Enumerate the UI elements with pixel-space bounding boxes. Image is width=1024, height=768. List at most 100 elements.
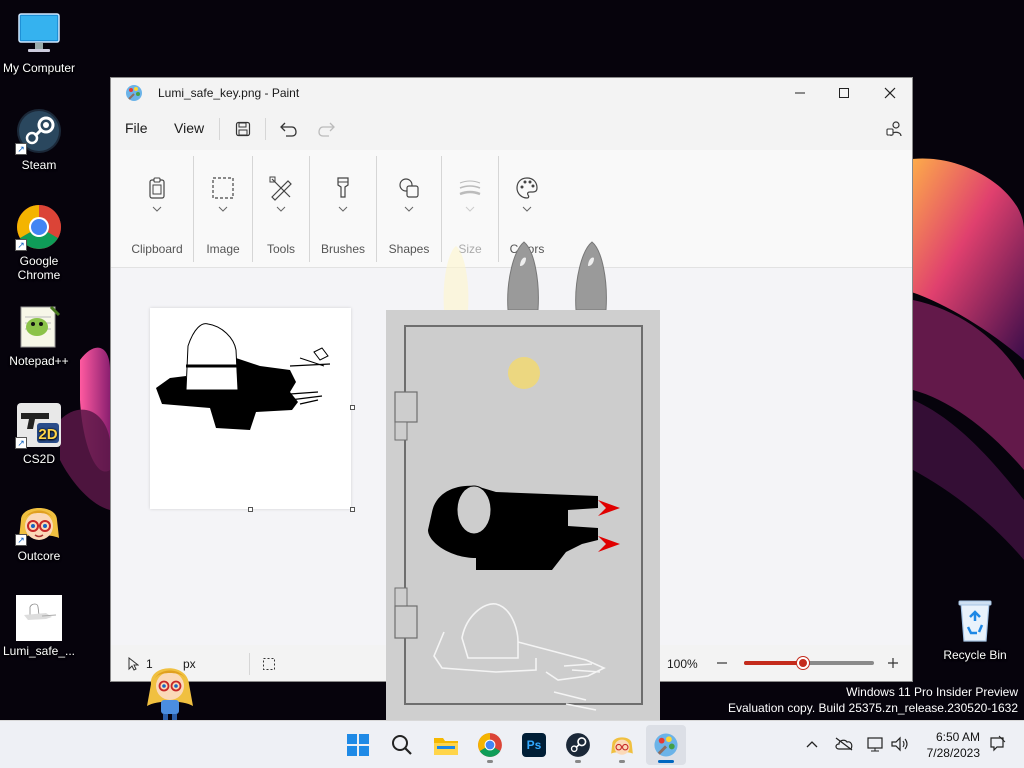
file-menu[interactable]: File — [125, 120, 148, 136]
desktop-icon-cs2d[interactable]: 2D ↗ CS2D — [0, 401, 78, 466]
ribbon-group-label: Image — [206, 242, 240, 256]
desktop-icon-outcore[interactable]: ↗ Outcore — [0, 498, 78, 563]
svg-text:2D: 2D — [38, 426, 57, 443]
zoom-in-button[interactable] — [887, 657, 899, 669]
taskbar-search-button[interactable] — [382, 725, 422, 765]
desktop-icon-label: Lumi_safe_... — [2, 644, 76, 658]
resize-handle-bottom[interactable] — [248, 507, 253, 512]
minimize-button[interactable] — [777, 78, 823, 108]
volume-button[interactable] — [889, 733, 911, 755]
close-button[interactable] — [867, 78, 912, 108]
clock-time: 6:50 AM — [935, 730, 980, 744]
desktop-icon-recycle-bin[interactable]: Recycle Bin — [936, 597, 1014, 662]
desktop-icon-steam[interactable]: ↗ Steam — [0, 107, 78, 172]
maximize-button[interactable] — [821, 78, 867, 108]
notifications-button[interactable] — [986, 733, 1008, 755]
taskbar-outcore[interactable] — [602, 725, 642, 765]
chrome-icon — [478, 733, 502, 757]
chevron-up-icon — [806, 741, 818, 748]
desktop-icon-label: Google Chrome — [17, 254, 61, 282]
safe-indicator-light — [508, 357, 540, 389]
desktop-icon-google-chrome[interactable]: ↗ Google Chrome — [0, 203, 78, 282]
chevron-down-icon — [404, 206, 414, 212]
chevron-down-icon — [276, 206, 286, 212]
paint-app-icon — [125, 84, 143, 102]
ribbon-divider — [193, 156, 194, 262]
cloud-offline-icon — [835, 737, 853, 751]
settings-button[interactable] — [882, 117, 906, 141]
steam-icon — [566, 733, 590, 757]
redo-icon — [318, 122, 335, 137]
search-icon — [392, 735, 412, 755]
taskbar-photoshop[interactable]: Ps — [514, 725, 554, 765]
redo-button[interactable] — [315, 117, 339, 141]
start-icon — [347, 734, 369, 756]
save-button[interactable] — [231, 117, 255, 141]
zoom-level-label[interactable]: 100% — [667, 657, 698, 671]
watermark-edition: Windows 11 Pro Insider Preview — [846, 685, 1018, 699]
ribbon-group-image[interactable]: Image — [195, 150, 251, 268]
image-file-icon — [16, 595, 62, 641]
running-indicator — [487, 760, 493, 763]
taskbar: Ps 6:50 AM 7/28/2023 — [0, 720, 1024, 768]
onedrive-button[interactable] — [833, 733, 855, 755]
ribbon-group-tools[interactable]: Tools — [253, 150, 309, 268]
shortcut-arrow-icon: ↗ — [15, 437, 27, 449]
key-slot-right[interactable] — [575, 241, 607, 311]
zoom-slider-thumb[interactable] — [796, 657, 809, 669]
shapes-icon — [399, 178, 419, 198]
paint-icon — [654, 733, 678, 757]
safe-game-overlay[interactable] — [386, 240, 660, 720]
taskbar-paint[interactable] — [646, 725, 686, 765]
selection-icon — [212, 177, 234, 199]
network-icon — [867, 737, 883, 752]
ribbon-group-brushes[interactable]: Brushes — [311, 150, 375, 268]
account-settings-icon — [886, 121, 902, 137]
taskbar-file-explorer[interactable] — [426, 725, 466, 765]
start-button[interactable] — [338, 725, 378, 765]
menu-bar: File View — [111, 108, 912, 150]
status-divider — [249, 653, 250, 675]
cursor-position-icon — [128, 657, 139, 671]
desktop-icon-notepad-plus-plus[interactable]: Notepad++ — [0, 303, 78, 368]
chevron-down-icon — [338, 206, 348, 212]
desktop-icon-label: Steam — [21, 158, 57, 172]
resize-handle-corner[interactable] — [350, 507, 355, 512]
resize-handle-right[interactable] — [350, 405, 355, 410]
drawing-canvas[interactable] — [150, 308, 355, 512]
glowing-key-slot — [443, 246, 469, 310]
tools-icon — [269, 176, 292, 201]
shortcut-arrow-icon: ↗ — [15, 143, 27, 155]
photoshop-icon: Ps — [522, 733, 546, 757]
desktop-icon-label: My Computer — [2, 61, 76, 75]
menu-divider — [219, 118, 220, 140]
clock-date: 7/28/2023 — [926, 746, 980, 760]
ribbon-group-clipboard[interactable]: Clipboard — [121, 150, 193, 268]
view-menu[interactable]: View — [174, 120, 204, 136]
clock[interactable]: 6:50 AM 7/28/2023 — [920, 729, 980, 761]
taskbar-chrome[interactable] — [470, 725, 510, 765]
title-bar[interactable]: Lumi_safe_key.png - Paint — [111, 78, 912, 108]
chevron-down-icon — [152, 206, 162, 212]
show-hidden-icons-button[interactable] — [801, 733, 823, 755]
key-slot-left[interactable] — [507, 241, 539, 311]
running-indicator — [619, 760, 625, 763]
taskbar-steam[interactable] — [558, 725, 598, 765]
desktop-icon-my-computer[interactable]: My Computer — [0, 10, 78, 75]
desktop-icon-label: Notepad++ — [9, 354, 69, 368]
zoom-slider-fill — [744, 661, 803, 665]
zoom-out-button[interactable] — [716, 657, 728, 669]
chevron-down-icon — [218, 206, 228, 212]
undo-button[interactable] — [276, 117, 300, 141]
network-button[interactable] — [865, 733, 887, 755]
window-title: Lumi_safe_key.png - Paint — [158, 86, 300, 100]
zoom-slider[interactable] — [744, 657, 874, 669]
palette-icon — [516, 177, 538, 199]
desktop-icon-lumi-safe-key[interactable]: Lumi_safe_... — [0, 595, 78, 658]
notification-icon — [990, 735, 1006, 752]
chevron-down-icon — [465, 206, 475, 212]
notepad-plus-plus-icon — [15, 303, 63, 351]
ribbon-group-label: Brushes — [320, 242, 366, 256]
desktop-icon-label: CS2D — [22, 452, 55, 466]
file-explorer-icon — [434, 738, 458, 755]
